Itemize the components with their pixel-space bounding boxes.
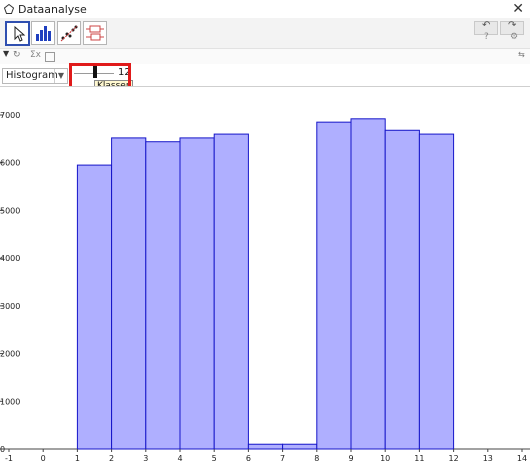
y-tick-label: 3000 [0,302,20,311]
histogram-tool-button[interactable] [31,21,55,45]
y-tick-label: 7000 [0,111,20,120]
x-tick-label: 8 [314,454,319,463]
histogram-bar-5 [213,133,249,450]
histogram-plot[interactable]: 0 1000 2000 3000 4000 5000 6000 7000 -1 0 1 2 3 4 5 6 7 8… [0,86,530,465]
boxplot-tool-button[interactable] [83,21,107,45]
x-tick-label: -1 [5,454,13,463]
scatter-tool-button[interactable] [57,21,81,45]
y-tick-label: 4000 [0,254,20,263]
x-tick-label: 5 [212,454,217,463]
histogram-icon [36,26,51,41]
scatter-plot-icon [60,25,78,42]
x-tick-label: 1 [75,454,80,463]
undo-icon: ↶ [482,20,491,31]
chart-type-value: Histogram [6,70,58,81]
x-tick-label: 11 [414,454,424,463]
x-tick-label: 3 [143,454,148,463]
close-button[interactable]: ✕ [512,1,524,17]
boxplot-icon [86,25,104,41]
x-tick-label: 10 [380,454,390,463]
y-tick-label: 1000 [0,397,20,406]
x-tick-label: 2 [109,454,114,463]
x-tick-label: 6 [246,454,251,463]
pointer-tool-button[interactable] [5,21,30,46]
histogram-bar-7 [282,443,318,450]
gear-icon[interactable]: ⚙ [510,32,518,42]
expand-icon[interactable]: ⇆ [518,50,525,59]
histogram-bar-11 [418,133,455,450]
x-tick-label: 9 [348,454,353,463]
x-tick-label: 4 [177,454,182,463]
chart-type-select[interactable]: Histogram ▼ [2,68,68,84]
histogram-bar-9 [350,118,386,450]
y-tick-label: 0 [0,445,5,454]
histogram-bar-6 [247,443,284,450]
y-tick-label: 5000 [0,206,20,215]
x-tick-label: 14 [517,454,527,463]
x-tick-label: 7 [280,454,285,463]
window-titlebar: Dataanalyse ✕ [0,0,530,19]
histogram-chart: 01000200030004000500060007000-1 0 1 2 3 4 5 6 7 8… [0,111,530,463]
table-icon[interactable] [45,52,55,62]
histogram-bar-10 [384,129,420,450]
x-tick-label: 0 [41,454,46,463]
histogram-bar-3 [145,141,181,450]
y-tick-label: 2000 [0,350,20,359]
redo-icon: ↷ [508,20,517,31]
sigma-icon[interactable]: Σx [30,50,41,60]
histogram-bar-8 [316,121,352,450]
chevron-down-icon: ▼ [54,69,67,83]
pointer-icon [14,25,26,42]
y-tick-label: 6000 [0,159,20,168]
window-title: Dataanalyse [18,3,87,16]
histogram-bar-2 [111,137,147,450]
app-icon [4,4,14,14]
histogram-bar-4 [179,137,215,450]
toolbar: ↶ ↷ [0,18,530,48]
x-tick-label: 12 [449,454,459,463]
help-icon[interactable]: ? [484,32,489,42]
collapse-icon[interactable]: ▼ [3,49,9,58]
rotate-icon[interactable]: ↻ [13,50,21,60]
x-tick-label: 13 [483,454,493,463]
histogram-bar-1 [76,164,113,450]
